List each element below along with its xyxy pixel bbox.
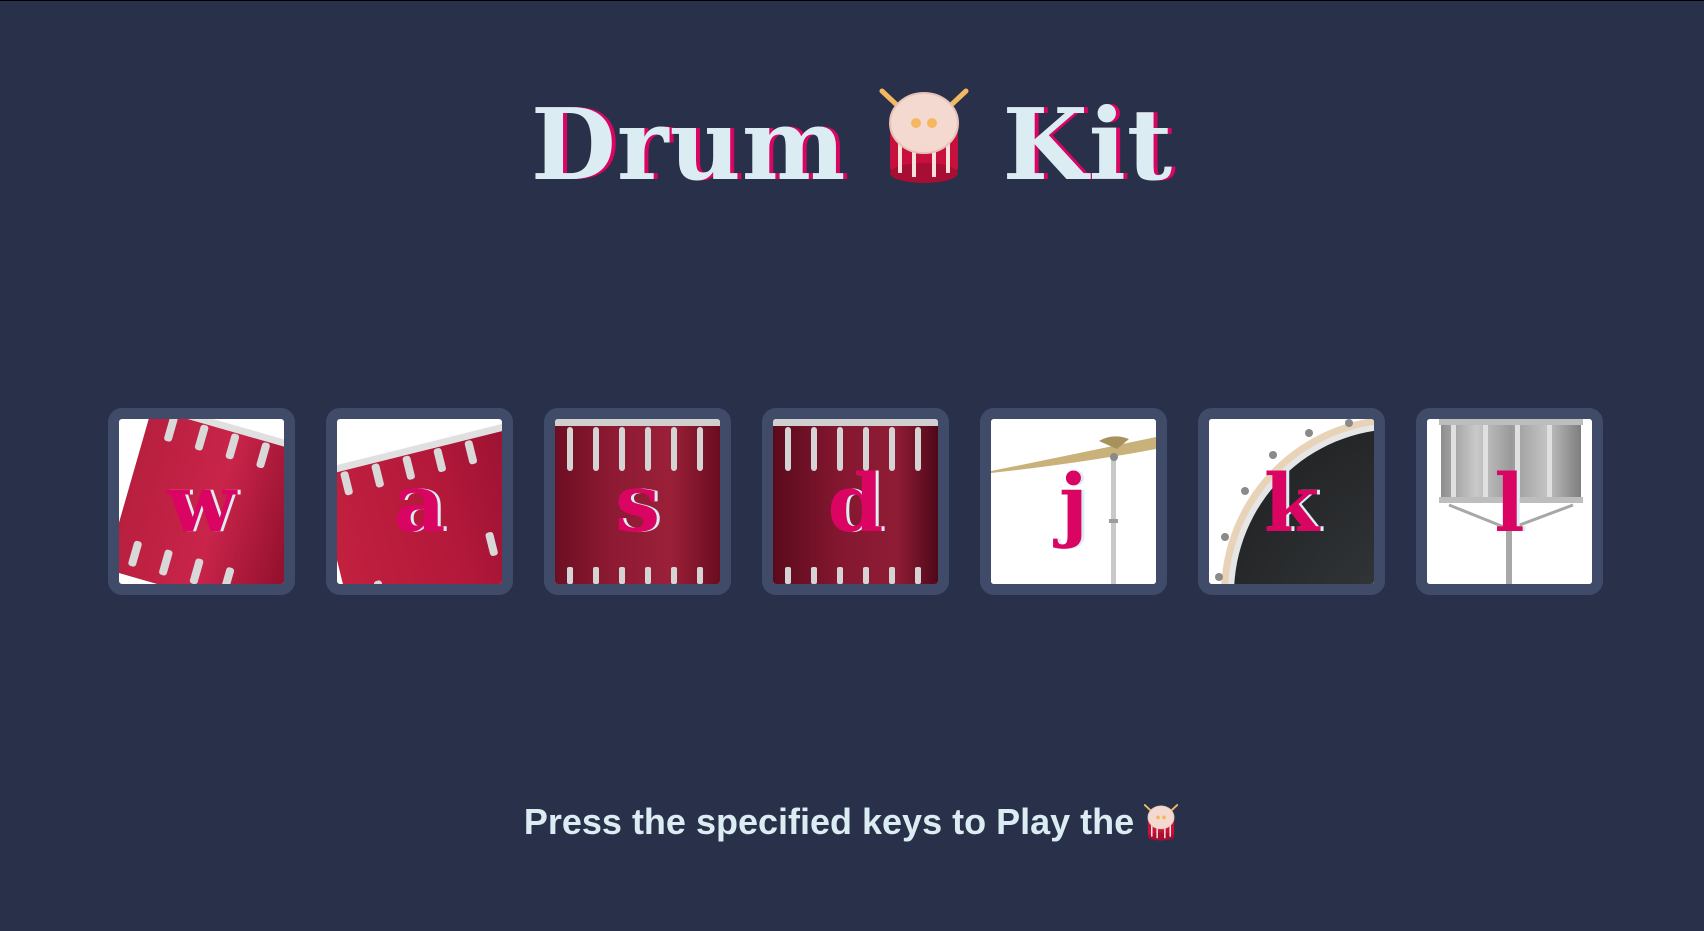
pad-key-label: d <box>827 456 884 550</box>
footer-text: Press the specified keys to Play the <box>523 801 1135 842</box>
pad-key-label: w <box>167 456 236 550</box>
drum-emoji-icon <box>1142 802 1180 842</box>
drum-pad-l[interactable]: l <box>1416 408 1603 595</box>
pad-key-label: j <box>1059 456 1088 550</box>
title-right: Kit <box>1002 88 1174 203</box>
drum-pads: w a s d j k l <box>108 408 1603 595</box>
pad-key-label: a <box>393 456 446 550</box>
footer-instructions: Press the specified keys to Play the <box>0 801 1704 843</box>
page-title: Drum Kit <box>0 83 1704 200</box>
drum-emoji-icon <box>876 83 972 187</box>
title-left: Drum <box>530 88 847 203</box>
drum-pad-k[interactable]: k <box>1198 408 1385 595</box>
drum-pad-a[interactable]: a <box>326 408 513 595</box>
pad-key-label: s <box>614 456 661 550</box>
drum-pad-w[interactable]: w <box>108 408 295 595</box>
drum-pad-d[interactable]: d <box>762 408 949 595</box>
pad-key-label: k <box>1263 456 1320 550</box>
pad-key-label: l <box>1494 456 1525 550</box>
drum-pad-j[interactable]: j <box>980 408 1167 595</box>
drum-pad-s[interactable]: s <box>544 408 731 595</box>
